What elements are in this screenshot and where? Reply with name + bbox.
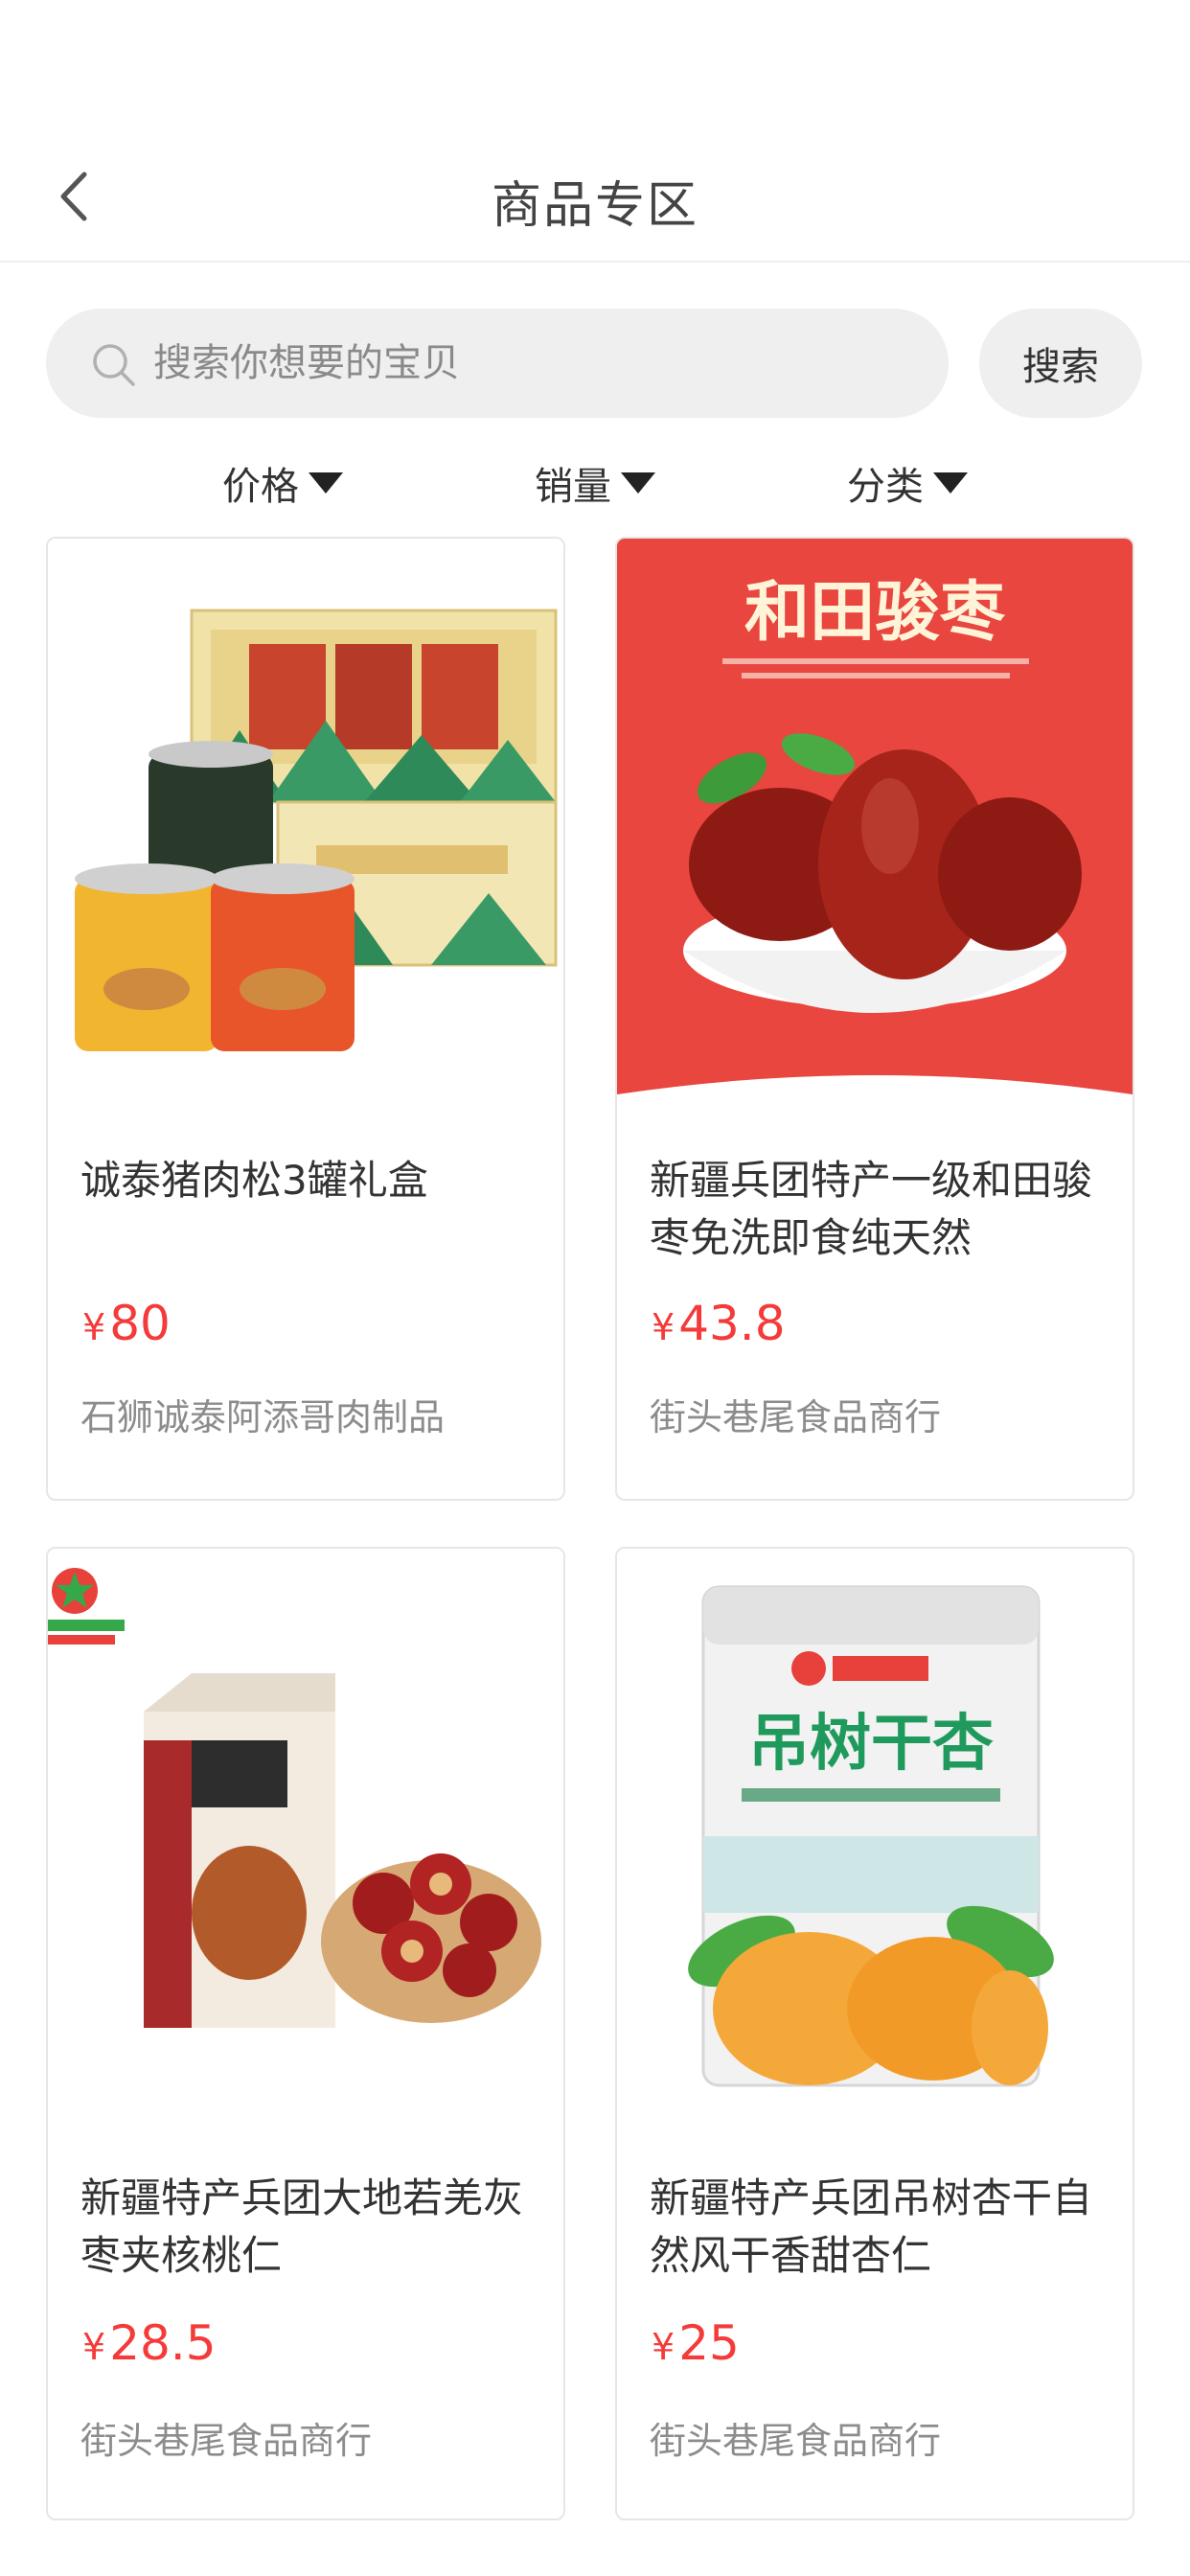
dried-apricot-bag-image: 吊树干杏 [617, 1549, 1133, 2135]
currency-symbol: ¥ [652, 2326, 675, 2368]
product-name: 新疆特产兵团吊树杏干自然风干香甜杏仁 [650, 2174, 1093, 2279]
product-name: 新疆兵团特产一级和田骏枣免洗即食纯天然 [650, 1157, 1093, 1261]
jujube-walnut-image [48, 1549, 563, 2135]
product-card[interactable]: 吊树干杏 新疆特产兵团吊树杏干自然风干香甜杏仁 ¥25 街头巷尾食品商行 [615, 1547, 1134, 2520]
nav-bar: 商品专区 [0, 144, 1190, 263]
product-card[interactable]: 和田骏枣 新疆兵团特产一级和田骏枣免洗即食纯天然 ¥43.8 街头巷尾食品商行 [615, 537, 1134, 1501]
pork-floss-giftbox-image [48, 539, 563, 1125]
caret-down-icon [621, 472, 655, 494]
product-price: ¥80 [82, 1296, 171, 1351]
currency-symbol: ¥ [652, 1306, 675, 1348]
page-title: 商品专区 [491, 177, 698, 235]
filter-label: 价格 [222, 465, 299, 509]
currency-symbol: ¥ [82, 2326, 106, 2368]
caret-down-icon [933, 472, 968, 494]
caret-down-icon [309, 472, 343, 494]
filter-sales[interactable]: 销量 [535, 454, 655, 512]
product-name: 诚泰猪肉松3罐礼盒 [80, 1157, 428, 1204]
filter-price[interactable]: 价格 [222, 454, 343, 512]
product-price: ¥43.8 [652, 1296, 786, 1351]
filter-label: 销量 [535, 465, 611, 509]
filter-category[interactable]: 分类 [847, 454, 968, 512]
price-value: 80 [109, 1296, 171, 1351]
price-value: 25 [678, 2315, 740, 2371]
product-name: 新疆特产兵团大地若羌灰枣夹核桃仁 [80, 2174, 524, 2279]
product-card[interactable]: 诚泰猪肉松3罐礼盒 ¥80 石狮诚泰阿添哥肉制品 [46, 537, 565, 1501]
price-value: 43.8 [678, 1296, 786, 1351]
shop-name: 街头巷尾食品商行 [650, 2420, 942, 2462]
product-price: ¥25 [652, 2315, 740, 2371]
search-input[interactable] [153, 309, 920, 418]
hetian-jujube-image: 和田骏枣 [617, 539, 1133, 1125]
filter-label: 分类 [847, 465, 924, 509]
shop-name: 街头巷尾食品商行 [650, 1396, 942, 1438]
search-button[interactable]: 搜索 [979, 309, 1142, 418]
search-bar [46, 309, 949, 418]
page: 商品专区 搜索 价格 销量 分类 [0, 0, 1190, 2576]
image-caption: 吊树干杏 [748, 1709, 994, 1780]
shop-name: 街头巷尾食品商行 [80, 2420, 373, 2462]
search-icon [93, 344, 135, 386]
currency-symbol: ¥ [82, 1306, 106, 1348]
product-price: ¥28.5 [82, 2315, 217, 2371]
price-value: 28.5 [109, 2315, 217, 2371]
image-caption: 和田骏枣 [744, 574, 1006, 651]
shop-name: 石狮诚泰阿添哥肉制品 [80, 1396, 446, 1438]
product-card[interactable]: 新疆特产兵团大地若羌灰枣夹核桃仁 ¥28.5 街头巷尾食品商行 [46, 1547, 565, 2520]
